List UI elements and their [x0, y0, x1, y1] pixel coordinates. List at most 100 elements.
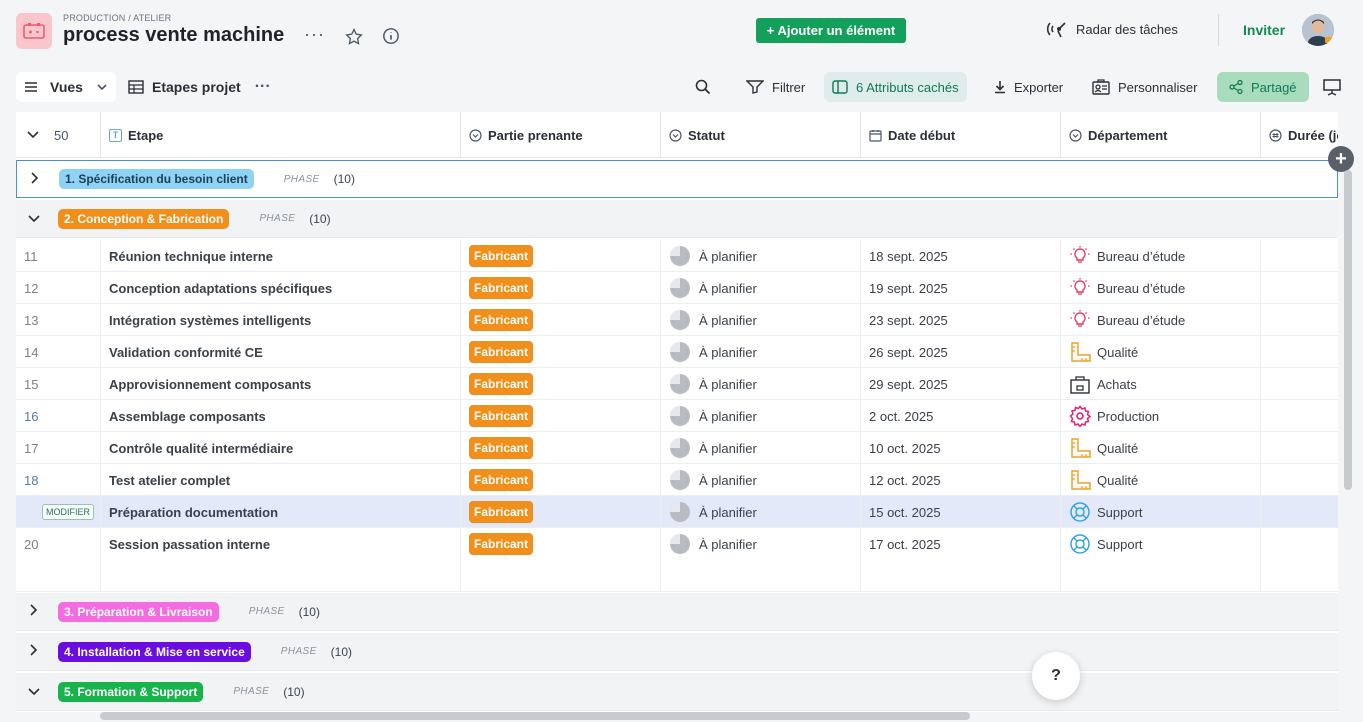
table-row[interactable]: 17 Contrôle qualité intermédiaire Fabric…	[16, 432, 1338, 464]
empty-cell[interactable]	[1060, 559, 1260, 591]
breadcrumb[interactable]: PRODUCTION / ATELIER	[63, 13, 171, 23]
table-row[interactable]: 14 Validation conformité CE Fabricant À …	[16, 336, 1338, 368]
invite-button[interactable]: Inviter	[1243, 22, 1285, 38]
empty-cell[interactable]	[100, 559, 460, 591]
add-column-button[interactable]: +	[1328, 146, 1354, 172]
empty-cell[interactable]	[1260, 559, 1338, 591]
status-cell[interactable]: À planifier	[660, 240, 860, 272]
help-button[interactable]: ?	[1032, 652, 1080, 700]
export-button[interactable]: Exporter	[994, 72, 1063, 102]
table-row[interactable]: 15 Approvisionnement composants Fabrican…	[16, 368, 1338, 400]
horizontal-scrollbar[interactable]	[100, 712, 970, 720]
row-number-cell[interactable]: 12	[24, 272, 100, 304]
chevron-right-icon[interactable]	[17, 171, 53, 188]
date-cell[interactable]: 15 oct. 2025	[860, 496, 1060, 528]
empty-cell[interactable]	[660, 559, 860, 591]
duration-cell[interactable]	[1260, 496, 1338, 528]
table-row[interactable]: 18 Test atelier complet Fabricant À plan…	[16, 464, 1338, 496]
collapse-all-toggle[interactable]: 50	[16, 112, 100, 158]
row-number-cell[interactable]: 20	[24, 528, 100, 560]
chevron-down-icon[interactable]	[16, 684, 52, 700]
department-cell[interactable]: Bureau d’étude	[1060, 240, 1260, 272]
date-cell[interactable]: 29 sept. 2025	[860, 368, 1060, 400]
table-row[interactable]: 13 Intégration systèmes intelligents Fab…	[16, 304, 1338, 336]
department-cell[interactable]: Qualité	[1060, 432, 1260, 464]
party-cell[interactable]: Fabricant	[460, 496, 660, 528]
date-cell[interactable]: 10 oct. 2025	[860, 432, 1060, 464]
status-cell[interactable]: À planifier	[660, 528, 860, 560]
group-row[interactable]: 1. Spécification du besoin client PHASE …	[16, 160, 1338, 198]
info-icon[interactable]	[382, 27, 400, 45]
department-cell[interactable]: Support	[1060, 496, 1260, 528]
presentation-button[interactable]	[1322, 72, 1342, 102]
department-cell[interactable]: Qualité	[1060, 336, 1260, 368]
duration-cell[interactable]	[1260, 272, 1338, 304]
page-title[interactable]: process vente machine	[63, 24, 284, 47]
party-cell[interactable]: Fabricant	[460, 304, 660, 336]
party-cell[interactable]: Fabricant	[460, 368, 660, 400]
duration-cell[interactable]	[1260, 368, 1338, 400]
search-button[interactable]	[694, 72, 712, 102]
app-icon[interactable]	[16, 13, 52, 49]
party-cell[interactable]: Fabricant	[460, 528, 660, 560]
step-cell[interactable]: Session passation interne	[100, 528, 460, 560]
chevron-right-icon[interactable]	[16, 603, 52, 620]
column-header-departement[interactable]: Département	[1060, 112, 1260, 158]
group-row[interactable]: 5. Formation & Support PHASE (10)	[16, 673, 1338, 711]
duration-cell[interactable]	[1260, 304, 1338, 336]
duration-cell[interactable]	[1260, 400, 1338, 432]
duration-cell[interactable]	[1260, 464, 1338, 496]
customize-button[interactable]: Personnaliser	[1092, 72, 1198, 102]
duration-cell[interactable]	[1260, 336, 1338, 368]
avatar[interactable]	[1302, 14, 1334, 46]
step-cell[interactable]: Réunion technique interne	[100, 240, 460, 272]
department-cell[interactable]: Support	[1060, 528, 1260, 560]
status-cell[interactable]: À planifier	[660, 304, 860, 336]
date-cell[interactable]: 26 sept. 2025	[860, 336, 1060, 368]
status-cell[interactable]: À planifier	[660, 464, 860, 496]
step-cell[interactable]: Test atelier complet	[100, 464, 460, 496]
step-cell[interactable]: Assemblage composants	[100, 400, 460, 432]
group-row[interactable]: 2. Conception & Fabrication PHASE (10)	[16, 200, 1338, 238]
date-cell[interactable]: 19 sept. 2025	[860, 272, 1060, 304]
step-cell[interactable]: Validation conformité CE	[100, 336, 460, 368]
party-cell[interactable]: Fabricant	[460, 240, 660, 272]
status-cell[interactable]: À planifier	[660, 432, 860, 464]
status-cell[interactable]: À planifier	[660, 336, 860, 368]
date-cell[interactable]: 18 sept. 2025	[860, 240, 1060, 272]
share-button[interactable]: Partagé	[1217, 72, 1309, 102]
party-cell[interactable]: Fabricant	[460, 464, 660, 496]
date-cell[interactable]: 17 oct. 2025	[860, 528, 1060, 560]
department-cell[interactable]: Production	[1060, 400, 1260, 432]
step-cell[interactable]: Approvisionnement composants	[100, 368, 460, 400]
step-cell[interactable]: Conception adaptations spécifiques	[100, 272, 460, 304]
add-item-button[interactable]: + Ajouter un élément	[756, 18, 906, 43]
date-cell[interactable]: 23 sept. 2025	[860, 304, 1060, 336]
duration-cell[interactable]	[1260, 240, 1338, 272]
department-cell[interactable]: Qualité	[1060, 464, 1260, 496]
filter-button[interactable]: Filtrer	[746, 72, 805, 102]
step-cell[interactable]: Intégration systèmes intelligents	[100, 304, 460, 336]
table-row[interactable]: 12 Conception adaptations spécifiques Fa…	[16, 272, 1338, 304]
column-header-duree[interactable]: Durée (jou	[1260, 112, 1338, 158]
party-cell[interactable]: Fabricant	[460, 336, 660, 368]
row-number-cell[interactable]: 14	[24, 336, 100, 368]
table-row[interactable]: MODIFIER Préparation documentation Fabri…	[16, 496, 1338, 528]
chevron-right-icon[interactable]	[16, 643, 52, 660]
status-cell[interactable]: À planifier	[660, 496, 860, 528]
date-cell[interactable]: 12 oct. 2025	[860, 464, 1060, 496]
row-number-cell[interactable]: 17	[24, 432, 100, 464]
status-cell[interactable]: À planifier	[660, 272, 860, 304]
edit-row-button[interactable]: MODIFIER	[42, 504, 94, 520]
column-header-statut[interactable]: Statut	[660, 112, 860, 158]
department-cell[interactable]: Bureau d’étude	[1060, 272, 1260, 304]
task-radar-button[interactable]: Radar des tâches	[1046, 18, 1178, 40]
star-icon[interactable]	[344, 27, 364, 47]
status-cell[interactable]: À planifier	[660, 368, 860, 400]
more-options-icon[interactable]: ···	[304, 24, 325, 45]
table-row[interactable]: 20 Session passation interne Fabricant À…	[16, 528, 1338, 560]
status-cell[interactable]: À planifier	[660, 400, 860, 432]
department-cell[interactable]: Achats	[1060, 368, 1260, 400]
party-cell[interactable]: Fabricant	[460, 432, 660, 464]
date-cell[interactable]: 2 oct. 2025	[860, 400, 1060, 432]
